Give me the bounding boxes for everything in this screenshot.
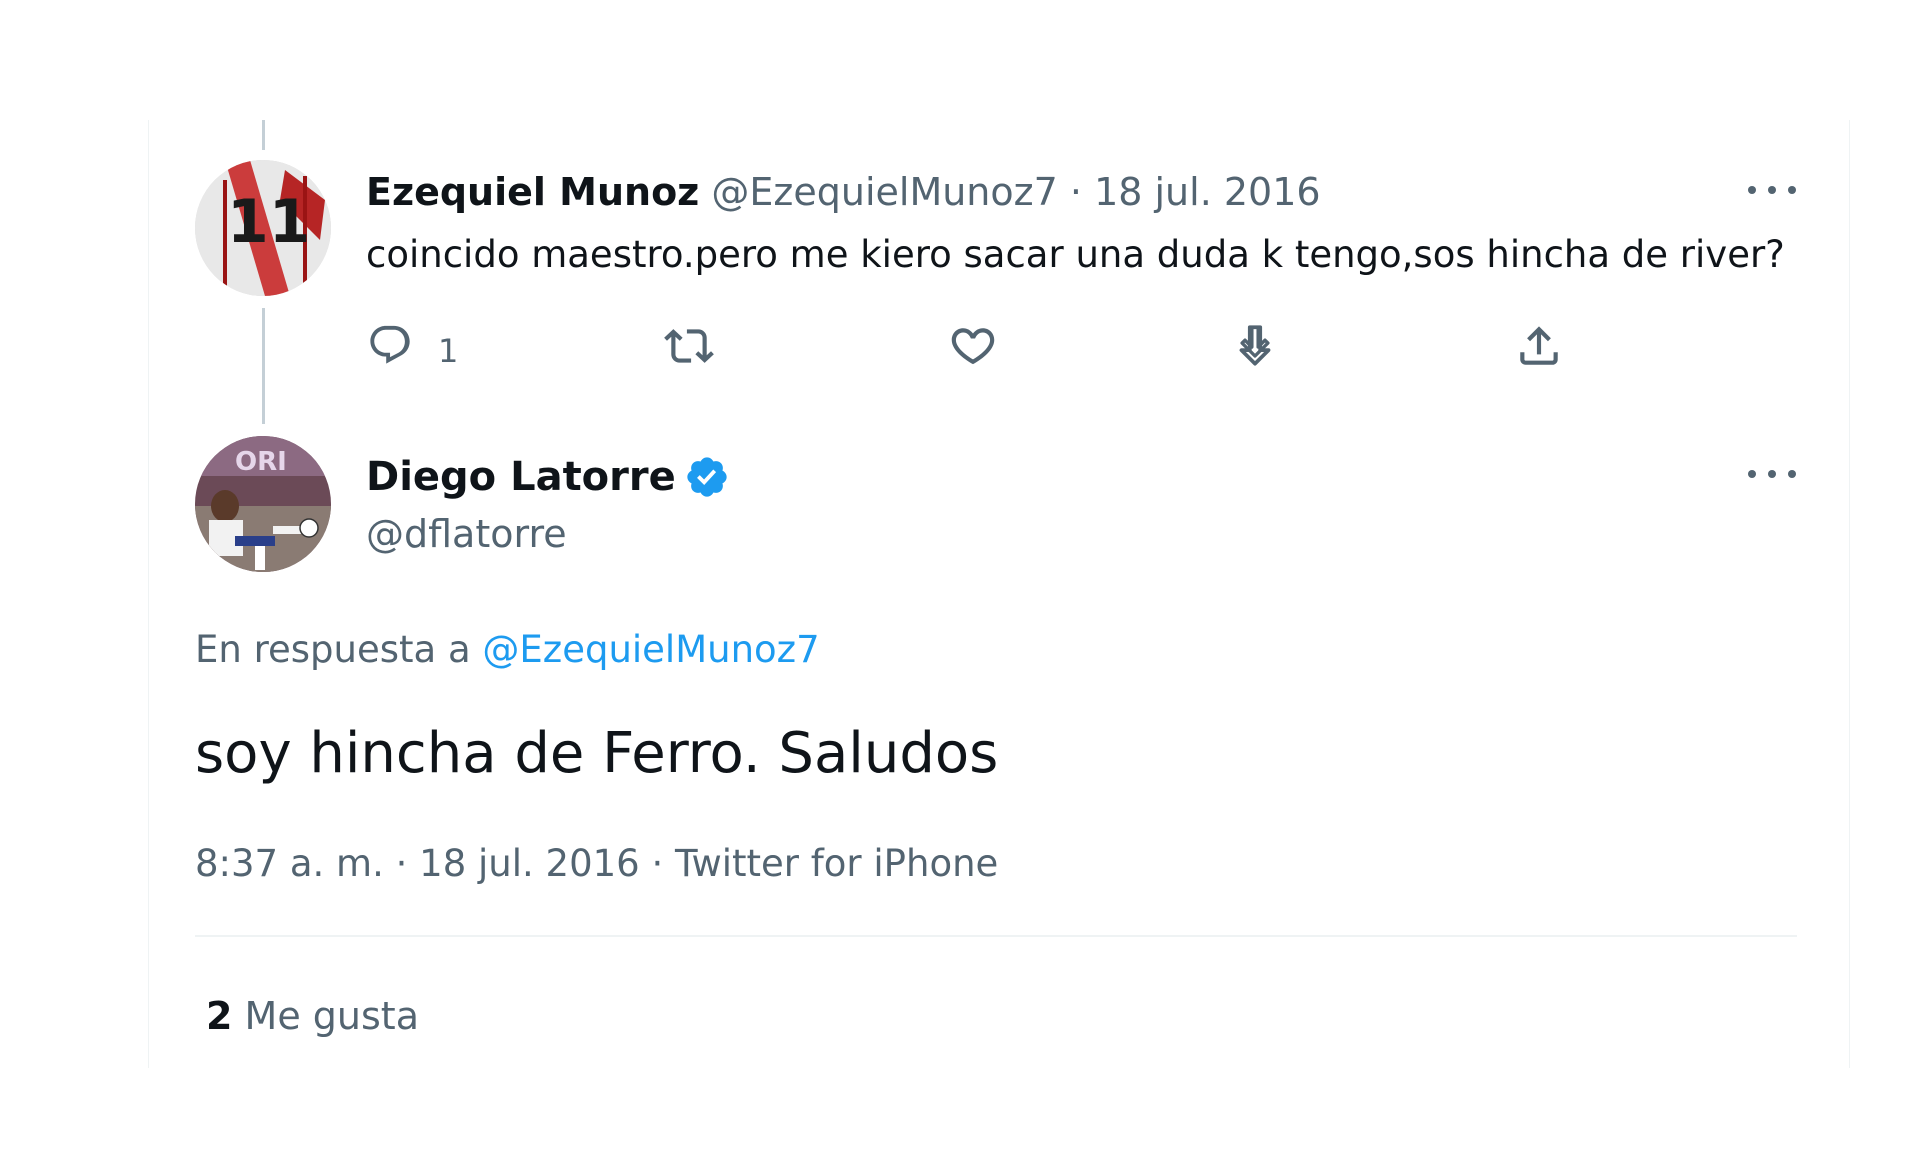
reply-icon <box>370 325 410 364</box>
separator: · <box>651 842 664 885</box>
author-handle[interactable]: @dflatorre <box>366 506 567 562</box>
reply-tweet-header: Ezequiel Munoz @EzequielMunoz7 · 18 jul.… <box>366 164 1321 220</box>
share-icon <box>1520 326 1558 365</box>
share-button[interactable] <box>1514 318 1564 374</box>
thread-line-top <box>262 120 265 150</box>
reply-prefix: En respuesta a <box>195 628 471 671</box>
likes-count-link[interactable]: 2 Me gusta <box>206 988 419 1044</box>
svg-text:11: 11 <box>227 187 311 257</box>
author-name[interactable]: Ezequiel Munoz <box>366 170 699 214</box>
retweet-button[interactable] <box>664 318 714 374</box>
like-button[interactable] <box>948 318 998 374</box>
main-tweet-author[interactable]: Diego Latorre <box>366 449 730 505</box>
likes-count: 2 <box>206 994 233 1038</box>
download-button[interactable] <box>1230 318 1280 374</box>
more-options-icon[interactable] <box>1748 178 1796 202</box>
soccer-player-avatar-icon: ORI <box>195 436 331 572</box>
verified-badge-icon <box>687 457 727 497</box>
reply-tweet-text: coincido maestro.pero me kiero sacar una… <box>366 233 1785 276</box>
jersey-number-11-avatar-icon: 11 <box>195 160 331 296</box>
download-icon <box>1239 325 1271 366</box>
more-options-icon[interactable] <box>1748 462 1796 486</box>
divider <box>195 935 1797 937</box>
retweet-icon <box>664 329 714 363</box>
tweet-date[interactable]: 18 jul. 2016 <box>419 842 640 885</box>
separator: · <box>1069 170 1082 214</box>
avatar[interactable]: 11 <box>195 160 331 296</box>
tweet-time[interactable]: 8:37 a. m. <box>195 842 384 885</box>
separator: · <box>395 842 408 885</box>
author-handle[interactable]: @EzequielMunoz7 <box>711 170 1057 214</box>
reply-count: 1 <box>438 332 459 370</box>
tweet-metadata: 8:37 a. m. · 18 jul. 2016 · Twitter for … <box>195 836 998 892</box>
reply-button[interactable]: 1 <box>366 318 458 374</box>
tweet-source[interactable]: Twitter for iPhone <box>675 842 998 885</box>
reply-handle-link[interactable]: @EzequielMunoz7 <box>482 628 819 671</box>
likes-label: Me gusta <box>244 994 419 1038</box>
reply-context: En respuesta a @EzequielMunoz7 <box>195 622 820 678</box>
tweet-action-bar: 1 <box>366 318 1566 374</box>
tweet-date[interactable]: 18 jul. 2016 <box>1094 170 1321 214</box>
main-tweet-text: soy hincha de Ferro. Saludos <box>195 721 999 786</box>
author-name[interactable]: Diego Latorre <box>366 449 676 505</box>
heart-icon <box>951 328 995 365</box>
thread-line-connector <box>262 308 265 424</box>
svg-text:ORI: ORI <box>235 447 287 477</box>
avatar[interactable]: ORI <box>195 436 331 572</box>
